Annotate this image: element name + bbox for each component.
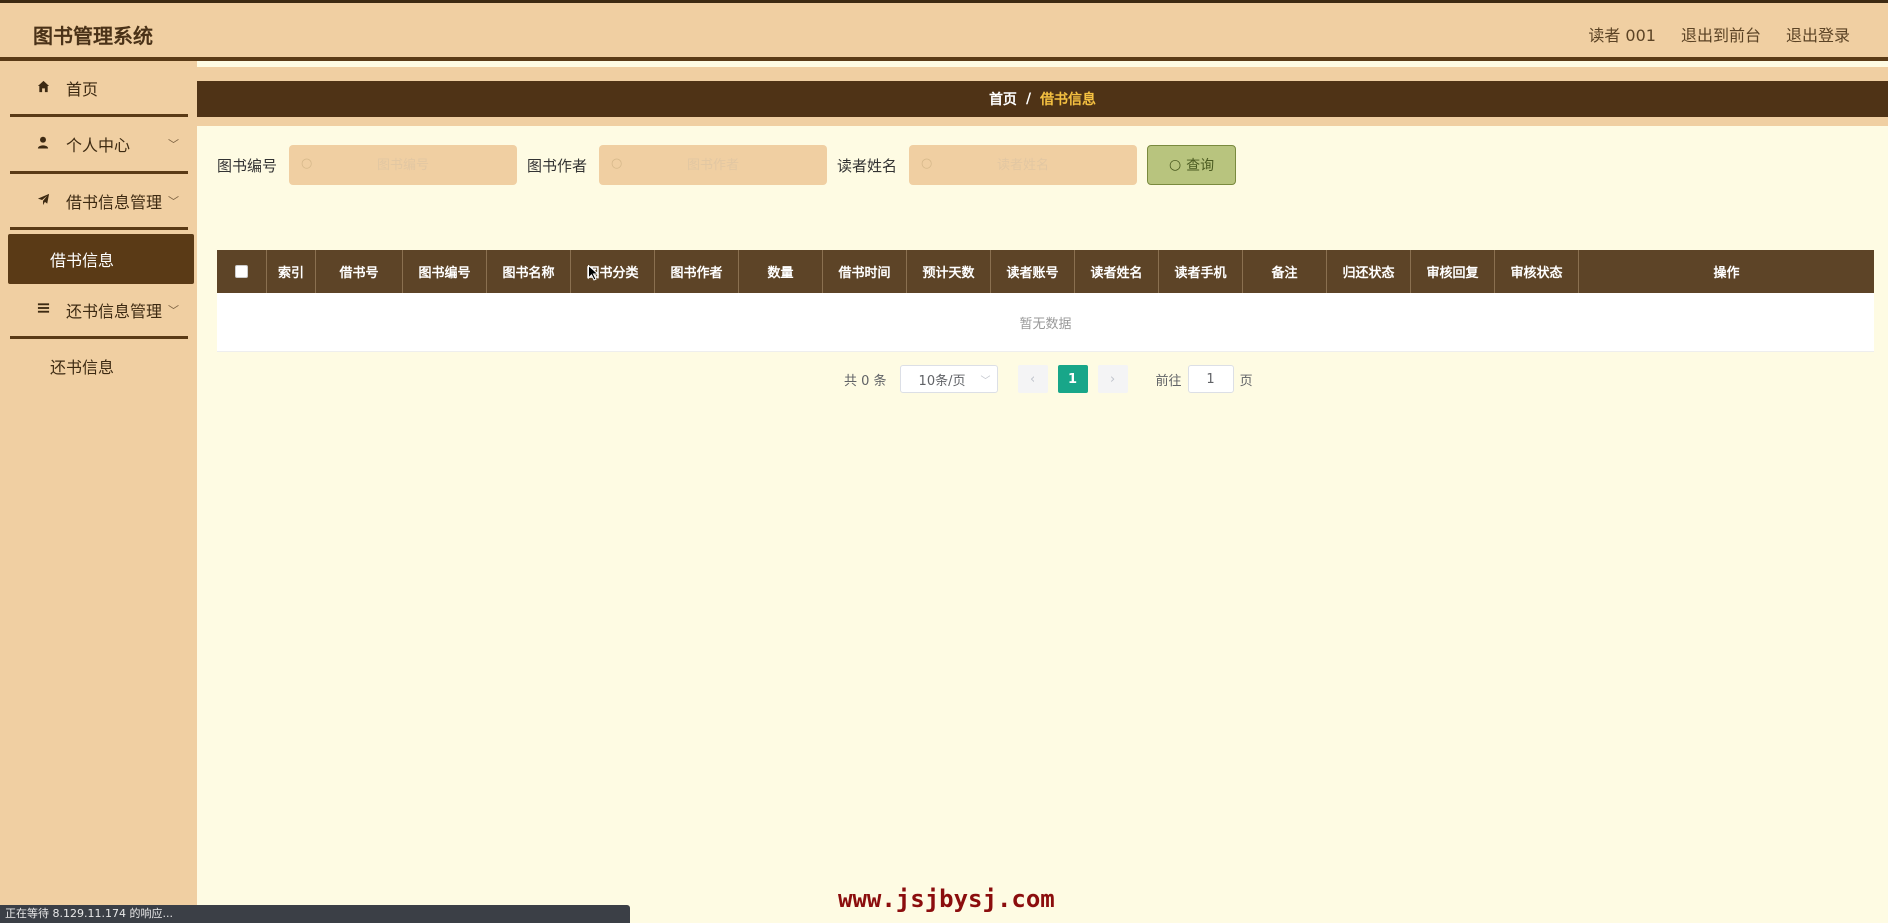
sidebar-item-label: 借书信息管理 [66, 193, 163, 212]
pagination: 共 0 条 10条/页 ﹀ ‹ 1 › 前往 页 [844, 365, 1253, 393]
column-header[interactable]: 归还状态 [1327, 250, 1411, 293]
watermark: www.jsjbysj.com [838, 885, 1055, 913]
query-button-label: 查询 [1186, 158, 1215, 174]
column-header[interactable]: 审核状态 [1495, 250, 1579, 293]
page-suffix: 页 [1239, 373, 1253, 389]
sidebar: 首页 个人中心 ﹀ 借书信息管理 ﹀ 借书信息 还书信息管理 ﹀ 还书信息 [0, 61, 197, 923]
column-header[interactable]: 读者账号 [991, 250, 1075, 293]
menu-divider [10, 336, 188, 339]
column-header[interactable]: 索引 [267, 250, 316, 293]
column-header[interactable]: 预计天数 [907, 250, 991, 293]
column-header[interactable]: 读者姓名 [1075, 250, 1159, 293]
back-to-frontend-link[interactable]: 退出到前台 [1681, 22, 1761, 46]
search-icon: ○ [921, 156, 933, 171]
page-size-select[interactable]: 10条/页 ﹀ [899, 365, 998, 393]
table-empty-row: 暂无数据 [217, 293, 1874, 352]
top-header: 图书管理系统 读者 001 退出到前台 退出登录 [0, 0, 1888, 61]
chevron-down-icon: ﹀ [168, 138, 179, 151]
sidebar-item-label: 还书信息 [50, 358, 115, 377]
sidebar-item-personal-center[interactable]: 个人中心 ﹀ [10, 117, 193, 171]
home-icon [32, 80, 54, 97]
borrow-table: 索引 借书号 图书编号 图书名称 图书分类 图书作者 数量 借书时间 预计天数 … [217, 250, 1874, 352]
sidebar-item-return-management[interactable]: 还书信息管理 ﹀ [10, 283, 193, 337]
book-id-input[interactable] [289, 145, 518, 185]
total-count: 共 0 条 [844, 373, 887, 389]
sidebar-item-return-info[interactable]: 还书信息 [8, 341, 194, 391]
chevron-down-icon: ﹀ [168, 195, 179, 208]
column-header[interactable]: 图书名称 [487, 250, 571, 293]
column-header[interactable]: 借书时间 [823, 250, 907, 293]
goto-label: 前往 [1155, 373, 1182, 389]
book-author-input[interactable] [599, 145, 828, 185]
reader-name-label: 读者姓名 [837, 156, 898, 175]
chevron-right-icon: › [1109, 371, 1116, 387]
breadcrumb-underline [197, 117, 1888, 126]
chevron-down-icon: ﹀ [168, 304, 179, 317]
book-author-field: ○ [599, 145, 828, 185]
chevron-left-icon: ‹ [1029, 371, 1036, 387]
sidebar-item-label: 首页 [66, 80, 99, 99]
header-links: 读者 001 退出到前台 退出登录 [1588, 22, 1850, 46]
logout-link[interactable]: 退出登录 [1786, 22, 1850, 46]
empty-text: 暂无数据 [1019, 316, 1072, 332]
send-icon [32, 193, 54, 210]
breadcrumb-home[interactable]: 首页 [989, 89, 1017, 109]
search-form: 图书编号 ○ 图书作者 ○ 读者姓名 ○ ○ 查询 [217, 145, 1237, 185]
book-id-label: 图书编号 [217, 156, 278, 175]
sidebar-item-label: 个人中心 [66, 136, 131, 155]
user-name-link[interactable]: 读者 001 [1588, 22, 1656, 46]
select-all-cell [217, 250, 267, 293]
reader-name-input[interactable] [909, 145, 1138, 185]
column-header[interactable]: 读者手机 [1159, 250, 1243, 293]
breadcrumb: 首页 / 借书信息 [197, 81, 1888, 117]
column-header[interactable]: 数量 [739, 250, 823, 293]
column-header[interactable]: 图书作者 [655, 250, 739, 293]
top-strip [197, 67, 1888, 81]
mouse-cursor-icon [588, 264, 600, 285]
prev-page-button[interactable]: ‹ [1017, 365, 1048, 393]
column-header[interactable]: 图书分类 [571, 250, 655, 293]
breadcrumb-separator: / [1025, 91, 1032, 107]
search-icon: ○ [611, 156, 623, 171]
select-all-checkbox[interactable] [235, 265, 248, 278]
menu-divider [10, 227, 188, 230]
user-icon [32, 136, 54, 153]
search-icon: ○ [301, 156, 313, 171]
sidebar-item-label: 借书信息 [50, 251, 115, 270]
reader-name-field: ○ [909, 145, 1138, 185]
sidebar-item-label: 还书信息管理 [66, 302, 163, 321]
sidebar-item-home[interactable]: 首页 [10, 61, 193, 115]
app-title: 图书管理系统 [33, 24, 153, 48]
table-header: 索引 借书号 图书编号 图书名称 图书分类 图书作者 数量 借书时间 预计天数 … [217, 250, 1874, 293]
book-author-label: 图书作者 [527, 156, 588, 175]
browser-status-bar: 正在等待 8.129.11.174 的响应... [0, 905, 630, 923]
column-header[interactable]: 借书号 [316, 250, 403, 293]
page-size-value: 10条/页 [918, 373, 966, 389]
query-button[interactable]: ○ 查询 [1147, 145, 1237, 185]
sidebar-item-borrow-management[interactable]: 借书信息管理 ﹀ [10, 174, 193, 228]
column-header[interactable]: 备注 [1243, 250, 1327, 293]
column-header[interactable]: 审核回复 [1411, 250, 1495, 293]
column-header[interactable]: 图书编号 [403, 250, 487, 293]
breadcrumb-current: 借书信息 [1040, 92, 1097, 108]
book-id-field: ○ [289, 145, 518, 185]
page-number-current[interactable]: 1 [1057, 365, 1088, 393]
chevron-down-icon: ﹀ [980, 375, 991, 387]
search-icon: ○ [1168, 157, 1182, 173]
next-page-button[interactable]: › [1097, 365, 1128, 393]
sidebar-item-borrow-info[interactable]: 借书信息 [8, 234, 194, 284]
goto-page-input[interactable] [1187, 365, 1234, 393]
column-header: 操作 [1713, 266, 1740, 281]
list-icon [32, 302, 54, 318]
